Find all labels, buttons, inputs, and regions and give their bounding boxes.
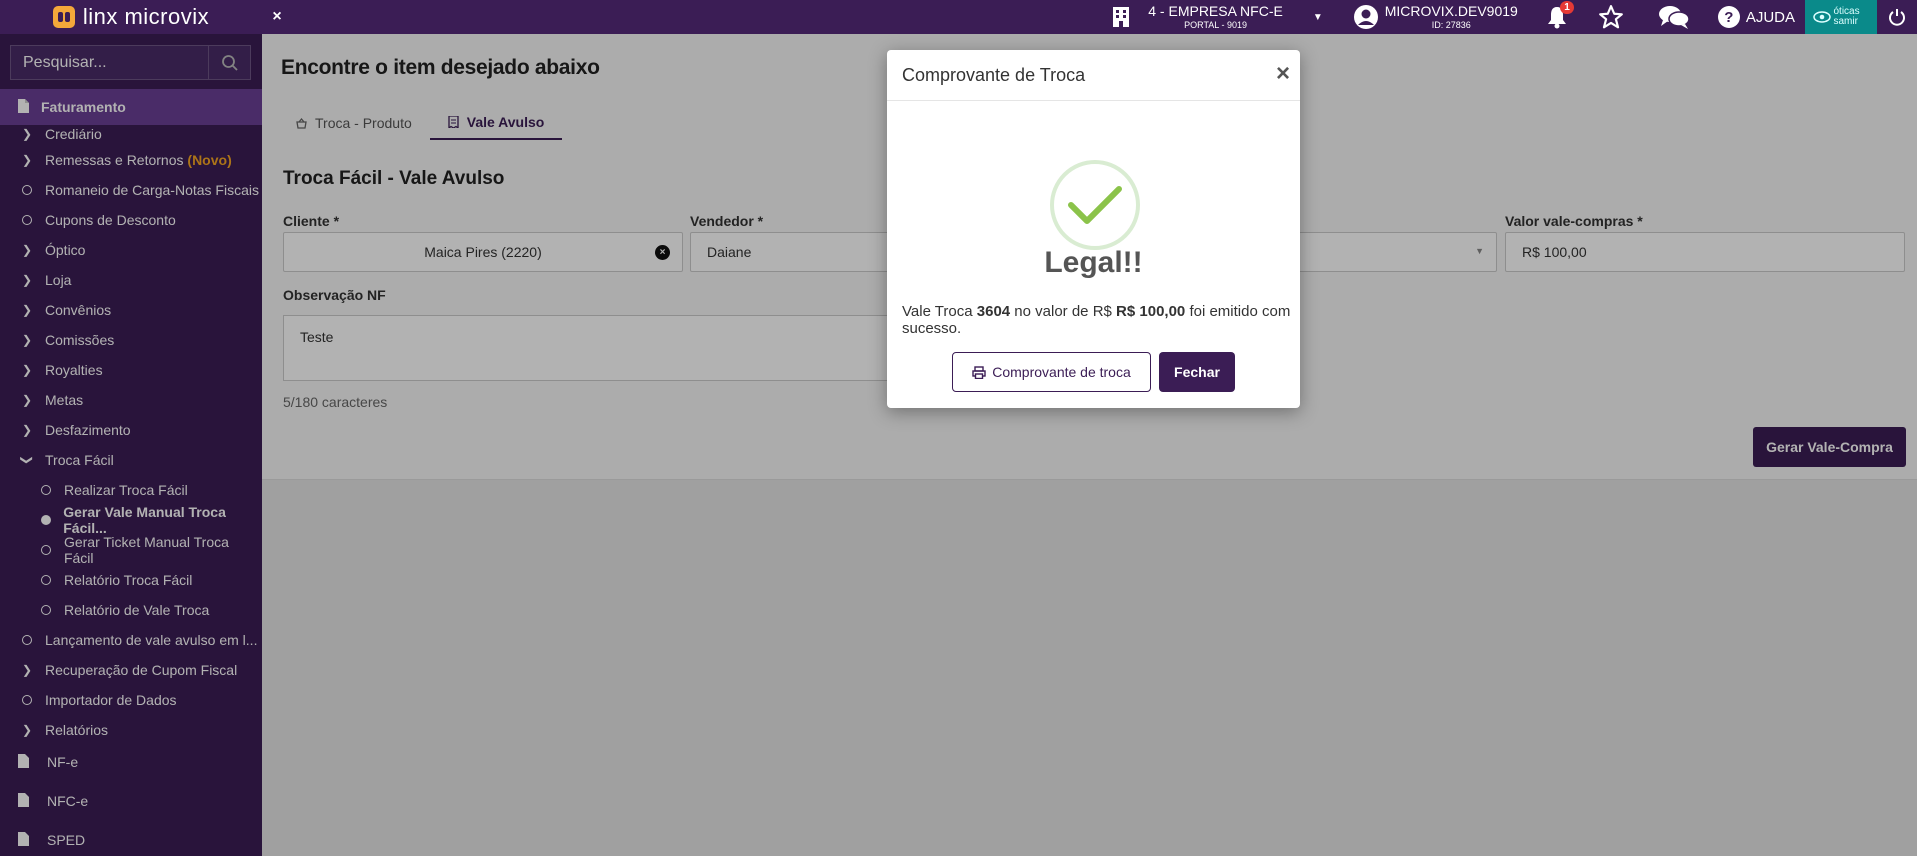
eye-icon bbox=[1812, 11, 1831, 23]
help-menu[interactable]: ? AJUDA bbox=[1717, 6, 1795, 28]
chat-icon[interactable] bbox=[1658, 4, 1690, 30]
partner-logo[interactable]: óticas samir bbox=[1805, 0, 1877, 34]
company-selector[interactable]: 4 - EMPRESA NFC-E PORTAL - 9019 bbox=[1148, 4, 1283, 30]
success-headline: Legal!! bbox=[1044, 246, 1143, 279]
modal-header: Comprovante de Troca × bbox=[887, 50, 1300, 101]
linx-logo-icon bbox=[52, 6, 75, 28]
success-message: Vale Troca 3604 no valor de R$ R$ 100,00… bbox=[902, 303, 1292, 337]
company-name: 4 - EMPRESA NFC-E bbox=[1148, 3, 1283, 19]
company-portal: PORTAL - 9019 bbox=[1184, 20, 1247, 30]
power-icon[interactable] bbox=[1877, 8, 1917, 26]
logo-text: linx microvix bbox=[82, 4, 210, 29]
app-logo[interactable]: linx microvix bbox=[0, 0, 262, 34]
sidebar-toggle-close-icon[interactable]: × bbox=[262, 8, 292, 26]
modal-title: Comprovante de Troca bbox=[902, 64, 1086, 85]
partner-label: óticas samir bbox=[1833, 6, 1860, 27]
message-prefix: Vale Troca bbox=[902, 303, 977, 320]
comprovante-button[interactable]: Comprovante de troca bbox=[952, 352, 1151, 392]
top-bar: linx microvix × 4 - EMPRESA NFC-E PORTAL… bbox=[0, 0, 1917, 34]
user-name: MICROVIX.DEV9019 bbox=[1384, 3, 1518, 19]
user-menu[interactable]: MICROVIX.DEV9019 ID: 27836 bbox=[1353, 4, 1518, 30]
user-id: ID: 27836 bbox=[1431, 20, 1471, 30]
building-icon[interactable] bbox=[1112, 6, 1130, 28]
fechar-button[interactable]: Fechar bbox=[1159, 352, 1235, 392]
success-check-icon bbox=[1050, 160, 1140, 250]
question-icon: ? bbox=[1717, 6, 1740, 28]
printer-icon bbox=[972, 365, 986, 379]
close-icon[interactable]: × bbox=[1276, 62, 1290, 86]
comprovante-modal: Comprovante de Troca × Legal!! Vale Troc… bbox=[887, 50, 1300, 408]
caret-down-icon[interactable]: ▼ bbox=[1313, 12, 1323, 23]
bell-icon[interactable]: 1 bbox=[1546, 1, 1574, 29]
voucher-number: 3604 bbox=[976, 303, 1011, 320]
user-circle-icon bbox=[1353, 4, 1379, 30]
help-label: AJUDA bbox=[1745, 8, 1795, 26]
message-middle: no valor de R$ bbox=[1010, 303, 1117, 320]
star-icon[interactable] bbox=[1598, 4, 1624, 30]
voucher-amount: R$ 100,00 bbox=[1116, 303, 1186, 320]
button-label: Comprovante de troca bbox=[992, 364, 1131, 380]
notification-badge: 1 bbox=[1560, 1, 1574, 14]
